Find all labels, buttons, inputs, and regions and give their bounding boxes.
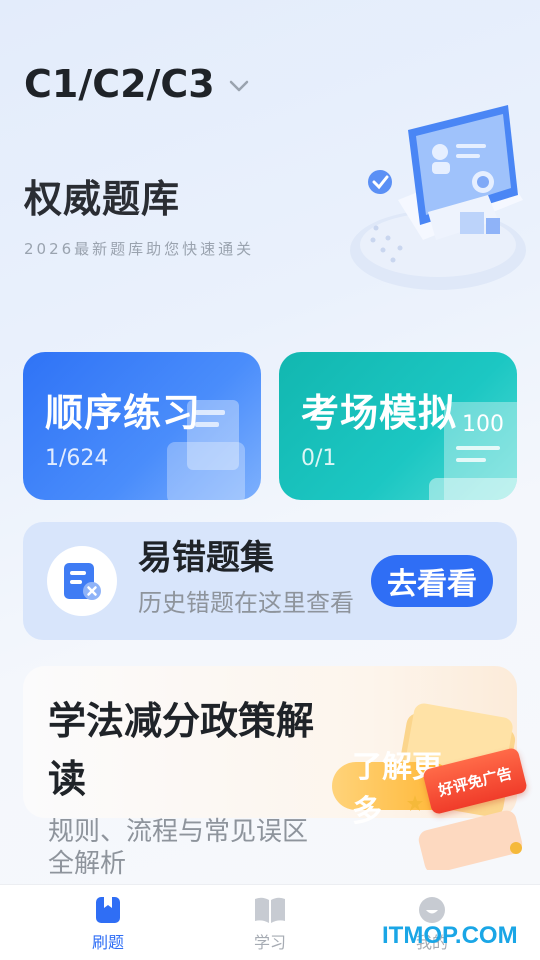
license-type-label: C1/C2/C3 (24, 62, 215, 106)
policy-title: 学法减分政策解读 (48, 699, 315, 801)
star-icon (407, 795, 423, 811)
sequential-practice-title: 顺序练习 (45, 391, 202, 435)
exam-simulation-title: 考场模拟 (301, 391, 458, 435)
wrong-questions-icon-wrap (47, 546, 117, 616)
chevron-down-icon (229, 80, 248, 92)
policy-subtitle: 规则、流程与常见误区全解析 (48, 817, 309, 879)
license-type-selector[interactable]: C1/C2/C3 (24, 62, 249, 106)
score-badge: 100 (462, 412, 504, 437)
page-subtitle: 2026最新题库助您快速通关 (24, 240, 255, 258)
bookmark-book-icon (96, 897, 120, 923)
exam-simulation-progress: 0/1 (301, 446, 337, 471)
open-book-icon (255, 897, 285, 923)
tab-study-label: 学习 (253, 933, 286, 952)
wrong-questions-subtitle: 历史错题在这里查看 (138, 589, 354, 617)
page-title: 权威题库 (24, 177, 181, 221)
view-wrong-questions-button[interactable]: 去看看 (371, 555, 493, 607)
certificate-illustration (350, 105, 526, 290)
wrong-questions-card[interactable]: 易错题集 历史错题在这里查看 去看看 (23, 522, 517, 640)
watermark-text: ITMOP.COM (382, 922, 518, 949)
exam-paper-base (429, 478, 517, 500)
exam-simulation-card[interactable]: 考场模拟 0/1 100 (279, 352, 517, 500)
tab-practice[interactable]: 刷题 (27, 885, 189, 960)
profile-face-icon (419, 897, 445, 923)
tab-study[interactable]: 学习 (189, 885, 351, 960)
sequential-practice-progress: 1/624 (45, 446, 109, 471)
wrong-questions-title: 易错题集 (138, 538, 274, 578)
tab-practice-label: 刷题 (91, 933, 124, 952)
sequential-practice-card[interactable]: 顺序练习 1/624 (23, 352, 261, 500)
error-book-icon (64, 563, 101, 600)
